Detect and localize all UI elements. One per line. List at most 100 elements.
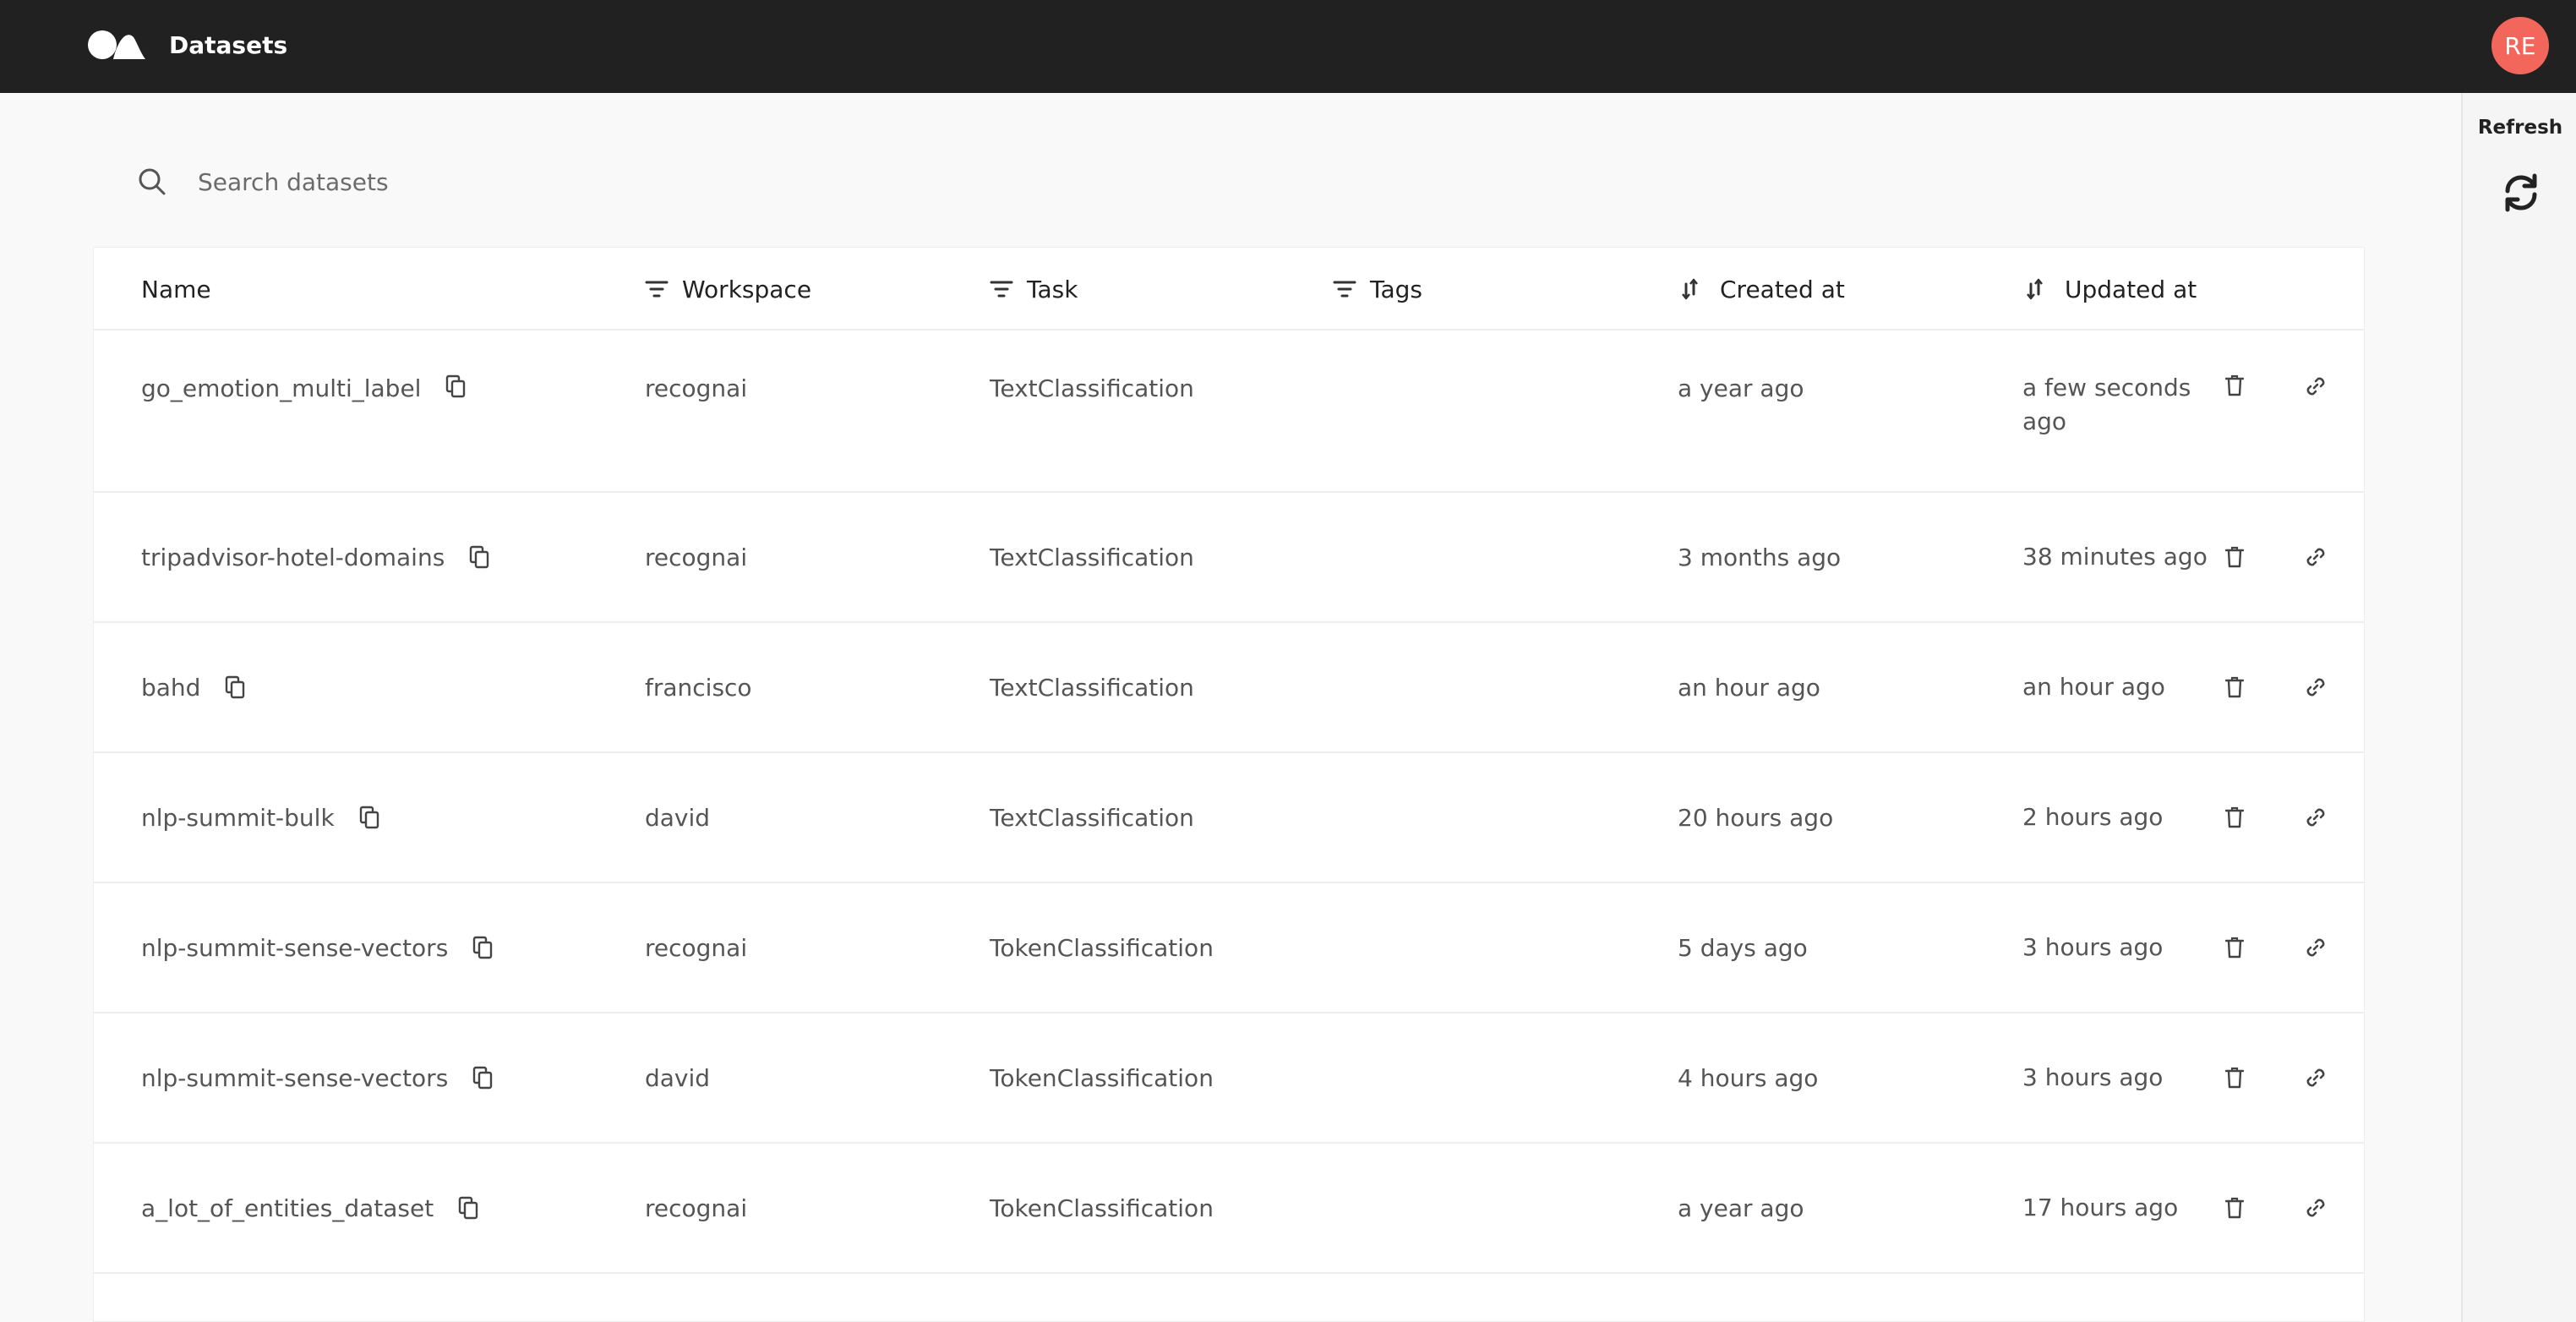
sort-icon xyxy=(2027,278,2043,300)
updated-at-cell: 17 hours ago xyxy=(2022,1194,2179,1221)
copy-name-button[interactable] xyxy=(358,806,380,829)
filter-icon xyxy=(645,281,669,298)
copy-link-button[interactable] xyxy=(2301,753,2330,882)
table-row: bahd francisco TextClassification an hou… xyxy=(94,623,2364,753)
created-at-cell: 20 hours ago xyxy=(1678,803,1834,832)
delete-button[interactable] xyxy=(2222,1144,2247,1272)
table-row: go_emotion_multi_label recognai TextClas… xyxy=(94,330,2364,493)
created-at-cell: 3 months ago xyxy=(1678,543,1842,571)
workspace-cell: recognai xyxy=(645,933,748,962)
copy-link-button[interactable] xyxy=(2301,1144,2330,1272)
table-header: Name Workspace Task Tags Created at Upda… xyxy=(94,248,2364,330)
workspace-cell: recognai xyxy=(645,543,748,571)
link-icon xyxy=(2306,1068,2325,1087)
delete-button[interactable] xyxy=(2222,883,2247,1012)
updated-at-cell: an hour ago xyxy=(2022,673,2165,701)
task-cell: TextClassification xyxy=(990,543,1194,571)
search-icon xyxy=(139,168,166,195)
copy-icon xyxy=(359,806,379,829)
link-icon xyxy=(2306,548,2325,566)
updated-at-cell: a few seconds ago xyxy=(2022,374,2191,435)
dataset-name-cell: go_emotion_multi_label xyxy=(141,330,467,491)
column-header-workspace[interactable]: Workspace xyxy=(645,248,811,330)
delete-button[interactable] xyxy=(2222,753,2247,882)
trash-icon xyxy=(2225,1197,2244,1219)
copy-name-button[interactable] xyxy=(472,936,494,959)
copy-name-button[interactable] xyxy=(457,1196,479,1220)
dataset-name-link[interactable]: tripadvisor-hotel-domains xyxy=(141,544,445,571)
dataset-name-link[interactable]: nlp-summit-sense-vectors xyxy=(141,934,448,962)
column-header-label: Name xyxy=(141,275,211,303)
column-header-updated[interactable]: Updated at xyxy=(2026,248,2197,330)
dataset-name-link[interactable]: a_lot_of_entities_dataset xyxy=(141,1194,434,1222)
column-header-label: Tags xyxy=(1370,275,1422,303)
created-at-cell: 5 days ago xyxy=(1678,933,1808,962)
copy-icon xyxy=(473,936,493,959)
copy-icon xyxy=(459,1196,478,1220)
delete-button[interactable] xyxy=(2222,493,2247,621)
copy-name-button[interactable] xyxy=(445,374,467,398)
workspace-cell: recognai xyxy=(645,374,748,402)
table-row: tripadvisor-hotel-domains recognai TextC… xyxy=(94,493,2364,623)
copy-link-button[interactable] xyxy=(2301,883,2330,1012)
task-cell: TokenClassification xyxy=(990,933,1214,962)
delete-button[interactable] xyxy=(2222,1013,2247,1142)
copy-link-button[interactable] xyxy=(2301,330,2330,491)
copy-icon xyxy=(446,374,466,398)
workspace-cell: francisco xyxy=(645,673,752,702)
dataset-name-link[interactable]: nlp-summit-sense-vectors xyxy=(141,1064,448,1092)
column-header-name[interactable]: Name xyxy=(141,248,211,330)
trash-icon xyxy=(2225,676,2244,698)
delete-button[interactable] xyxy=(2222,623,2247,751)
table-row: nlp-summit-bulk david TextClassification… xyxy=(94,753,2364,883)
created-at-cell: a year ago xyxy=(1678,1194,1804,1222)
copy-icon xyxy=(470,545,489,569)
link-icon xyxy=(2306,808,2325,827)
delete-button[interactable] xyxy=(2222,330,2247,491)
user-avatar[interactable]: RE xyxy=(2491,17,2549,74)
trash-icon xyxy=(2225,546,2244,568)
search-bar xyxy=(135,152,1149,211)
column-header-label: Task xyxy=(1027,275,1078,303)
column-header-task[interactable]: Task xyxy=(990,248,1078,330)
dataset-name-link[interactable]: go_emotion_multi_label xyxy=(141,374,421,402)
table-row: nlp-summit-sense-vectors david TokenClas… xyxy=(94,1013,2364,1144)
task-cell: TextClassification xyxy=(990,803,1194,832)
created-at-cell: an hour ago xyxy=(1678,673,1820,702)
table-row: a_lot_of_entities_dataset recognai Token… xyxy=(94,1144,2364,1274)
column-header-tags[interactable]: Tags xyxy=(1333,248,1422,330)
datasets-table: Name Workspace Task Tags Created at Upda… xyxy=(93,247,2365,1322)
sort-icon xyxy=(1682,278,1698,300)
search-input[interactable] xyxy=(198,167,958,196)
table-row: nlp-summit-sense-vectors recognai TokenC… xyxy=(94,883,2364,1013)
copy-link-button[interactable] xyxy=(2301,623,2330,751)
dataset-name-link[interactable]: nlp-summit-bulk xyxy=(141,804,335,832)
trash-icon xyxy=(2225,937,2244,959)
top-bar: Datasets RE xyxy=(0,0,2576,93)
side-panel: Refresh xyxy=(2461,93,2576,1322)
column-header-created[interactable]: Created at xyxy=(1681,248,1845,330)
task-cell: TokenClassification xyxy=(990,1194,1214,1222)
copy-name-button[interactable] xyxy=(468,545,490,569)
refresh-button[interactable] xyxy=(2500,169,2542,216)
column-header-label: Workspace xyxy=(682,275,812,303)
trash-icon xyxy=(2225,374,2244,396)
copy-link-button[interactable] xyxy=(2301,493,2330,621)
copy-name-button[interactable] xyxy=(472,1066,494,1090)
refresh-label: Refresh xyxy=(2477,117,2563,139)
copy-link-button[interactable] xyxy=(2301,1013,2330,1142)
app-logo-icon[interactable] xyxy=(88,29,145,61)
filter-icon xyxy=(990,281,1013,298)
dataset-name-cell: nlp-summit-bulk xyxy=(141,753,380,882)
copy-name-button[interactable] xyxy=(224,675,246,699)
page-title: Datasets xyxy=(169,31,288,59)
dataset-name-cell: bahd xyxy=(141,623,246,751)
dataset-name-link[interactable]: bahd xyxy=(141,674,200,702)
link-icon xyxy=(2306,1199,2325,1217)
task-cell: TextClassification xyxy=(990,374,1194,402)
dataset-name-cell: nlp-summit-sense-vectors xyxy=(141,1013,494,1142)
task-cell: TokenClassification xyxy=(990,1063,1214,1092)
column-header-label: Updated at xyxy=(2065,275,2197,303)
column-header-label: Created at xyxy=(1720,275,1845,303)
trash-icon xyxy=(2225,1067,2244,1089)
